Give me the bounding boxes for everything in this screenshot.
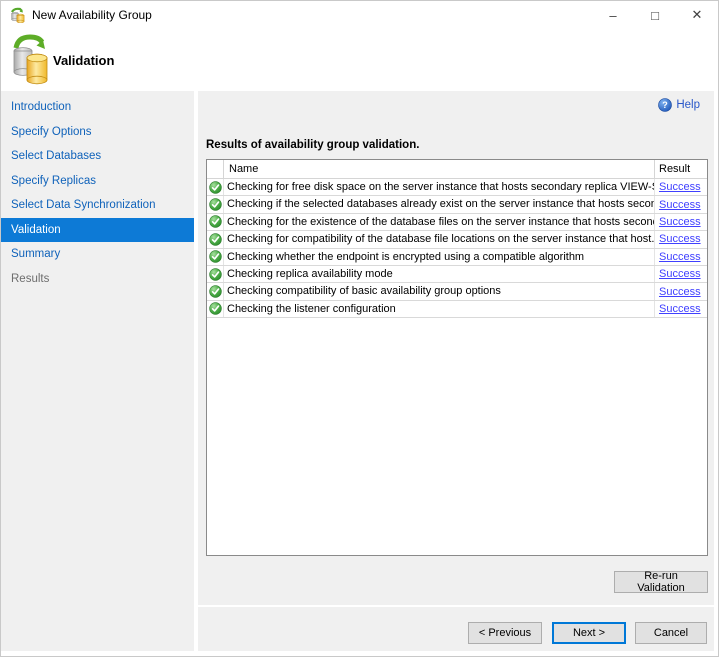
page-title: Validation <box>53 53 114 68</box>
result-link[interactable]: Success <box>659 251 701 263</box>
validation-check-row[interactable]: Checking for free disk space on the serv… <box>207 179 707 196</box>
result-link[interactable]: Success <box>659 268 701 280</box>
svg-text:?: ? <box>663 100 669 110</box>
status-icon-cell <box>207 283 224 299</box>
check-name: Checking for the existence of the databa… <box>224 214 655 230</box>
success-check-icon <box>209 285 222 298</box>
help-label: Help <box>676 99 700 111</box>
sidebar-step-item[interactable]: Summary <box>1 242 194 267</box>
validation-check-row[interactable]: Checking if the selected databases alrea… <box>207 196 707 213</box>
wizard-steps-sidebar: Introduction Specify Options Select Data… <box>1 91 194 651</box>
window-controls: – □ ✕ <box>592 1 718 29</box>
footer-divider <box>198 605 714 607</box>
check-name: Checking for compatibility of the databa… <box>224 231 655 247</box>
result-link[interactable]: Success <box>659 181 701 193</box>
window-title: New Availability Group <box>32 8 152 22</box>
validation-check-row[interactable]: Checking the listener configuration Succ… <box>207 301 707 318</box>
status-icon-cell <box>207 196 224 212</box>
status-icon-cell <box>207 214 224 230</box>
close-button[interactable]: ✕ <box>676 1 718 29</box>
sidebar-step-item[interactable]: Select Databases <box>1 144 194 169</box>
sidebar-step-item[interactable]: Introduction <box>1 95 194 120</box>
title-bar: New Availability Group – □ ✕ <box>1 1 718 29</box>
validation-check-row[interactable]: Checking for compatibility of the databa… <box>207 231 707 248</box>
column-header-icon[interactable] <box>207 160 224 178</box>
wizard-window: New Availability Group – □ ✕ Validation … <box>0 0 719 657</box>
sidebar-step-item[interactable]: Select Data Synchronization <box>1 193 194 218</box>
success-check-icon <box>209 181 222 194</box>
availability-group-icon <box>11 33 49 85</box>
table-header-row: Name Result <box>207 160 707 179</box>
validation-check-row[interactable]: Checking replica availability mode Succe… <box>207 266 707 283</box>
success-check-icon <box>209 302 222 315</box>
sidebar-step-item[interactable]: Validation <box>1 218 194 243</box>
cancel-button[interactable]: Cancel <box>635 622 707 644</box>
next-button[interactable]: Next > <box>552 622 626 644</box>
column-header-name[interactable]: Name <box>224 160 655 178</box>
wizard-header: Validation <box>1 29 718 91</box>
validation-check-row[interactable]: Checking whether the endpoint is encrypt… <box>207 249 707 266</box>
result-link[interactable]: Success <box>659 216 701 228</box>
maximize-button[interactable]: □ <box>634 1 676 29</box>
validation-check-row[interactable]: Checking for the existence of the databa… <box>207 214 707 231</box>
status-icon-cell <box>207 301 224 317</box>
status-icon-cell <box>207 179 224 195</box>
result-link[interactable]: Success <box>659 286 701 298</box>
check-name: Checking if the selected databases alrea… <box>224 196 655 212</box>
success-check-icon <box>209 268 222 281</box>
sidebar-step-item[interactable]: Specify Options <box>1 120 194 145</box>
help-link[interactable]: ? Help <box>658 98 700 112</box>
sidebar-step-item[interactable]: Specify Replicas <box>1 169 194 194</box>
validation-check-row[interactable]: Checking compatibility of basic availabi… <box>207 283 707 300</box>
success-check-icon <box>209 233 222 246</box>
check-name: Checking for free disk space on the serv… <box>224 179 655 195</box>
status-icon-cell <box>207 249 224 265</box>
check-name: Checking replica availability mode <box>224 266 655 282</box>
previous-button[interactable]: < Previous <box>468 622 542 644</box>
help-icon: ? <box>658 98 672 112</box>
rerun-validation-button[interactable]: Re-run Validation <box>614 571 708 593</box>
result-link[interactable]: Success <box>659 303 701 315</box>
success-check-icon <box>209 198 222 211</box>
check-name: Checking compatibility of basic availabi… <box>224 283 655 299</box>
validation-results-table: Name Result Checking for free disk space… <box>206 159 708 556</box>
sidebar-step-item: Results <box>1 267 194 292</box>
column-header-result[interactable]: Result <box>655 160 707 178</box>
app-icon <box>10 7 26 23</box>
result-link[interactable]: Success <box>659 233 701 245</box>
check-name: Checking whether the endpoint is encrypt… <box>224 249 655 265</box>
success-check-icon <box>209 250 222 263</box>
validation-table-body: Checking for free disk space on the serv… <box>207 179 707 318</box>
success-check-icon <box>209 215 222 228</box>
result-link[interactable]: Success <box>659 199 701 211</box>
status-icon-cell <box>207 266 224 282</box>
status-icon-cell <box>207 231 224 247</box>
minimize-button[interactable]: – <box>592 1 634 29</box>
content-panel: ? Help Results of availability group val… <box>198 91 714 651</box>
check-name: Checking the listener configuration <box>224 301 655 317</box>
results-caption: Results of availability group validation… <box>206 139 419 151</box>
